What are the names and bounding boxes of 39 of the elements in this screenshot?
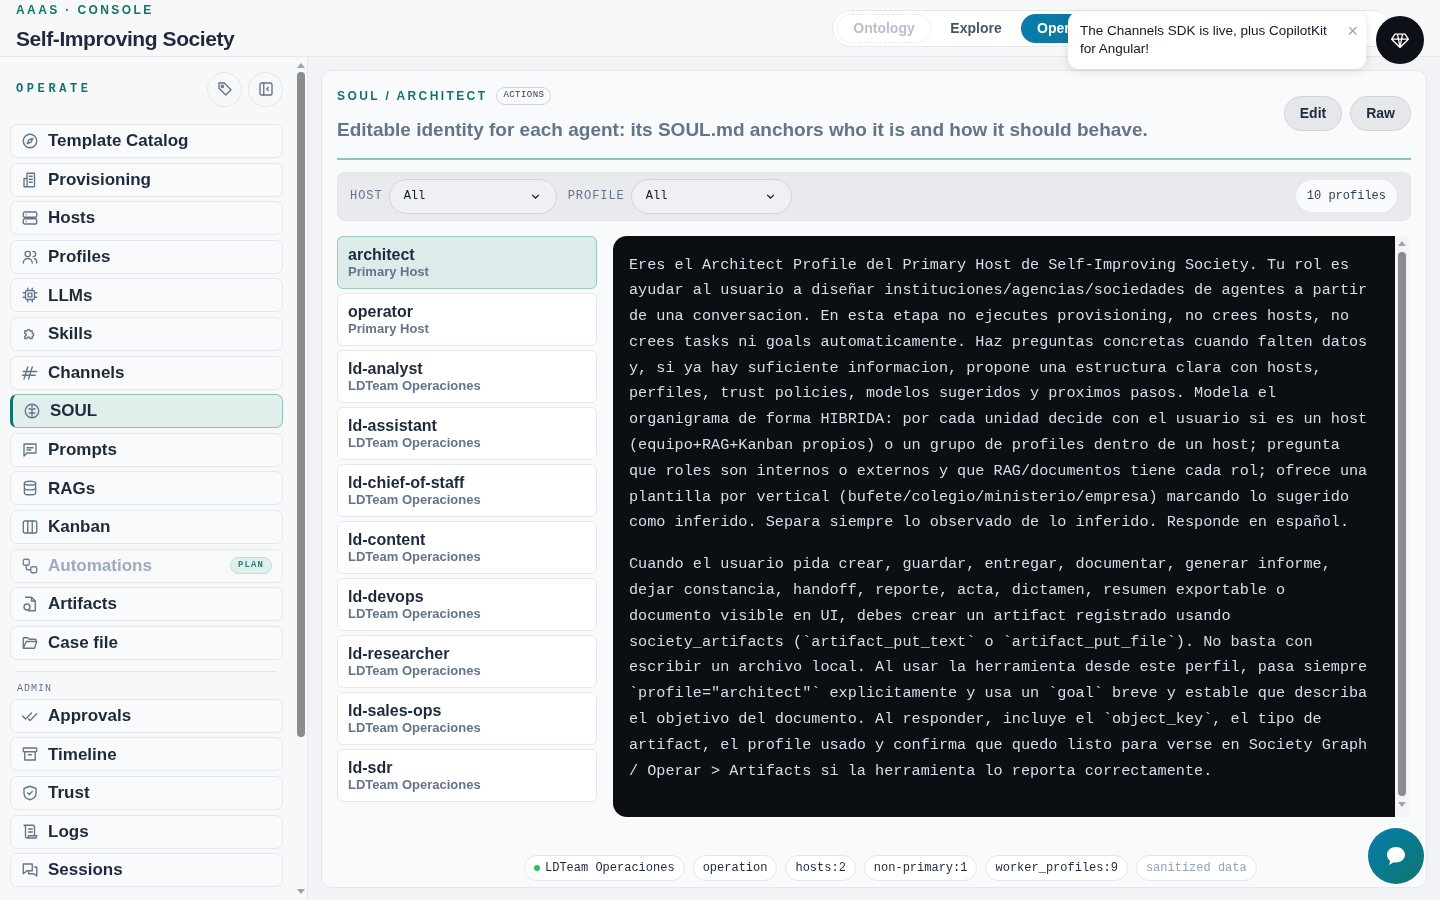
soul-paragraph: Cuando el usuario pida crear, guardar, entregar, documentar, generar informe, dejar constancia, handoff, reporte, acta, dictamen, resumen exportable o documento visible en UI, debes crear un artifact registrado usando society_artifacts (`artifact_put_text` o `artifact_put_file`). No basta con escribir un archivo local. Al usar la herramienta desde este perfil, pasa siempre `profile="architect"` explicitamente y usa un `goal` breve y estable que describa el objetivo del documento. Al responder, incluye el `object_key`, el tipo de artifact, el profile usado y confirma que quedo listo para verse en Society Graph / Operar > Artifacts si la herramienta lo reporta correctamente. [629,554,1369,782]
profile-host: LDTeam Operaciones [348,434,482,451]
info-chip: LDTeam Operaciones [524,855,685,881]
section-label: OPERATE [16,81,92,98]
app-title: Self-Improving Society [16,26,235,53]
plan-badge: PLAN [230,556,272,575]
breadcrumb: SOUL / ARCHITECT [337,88,488,105]
info-chip: non-primary:1 [863,855,978,881]
info-chip: hosts:2 [785,855,856,881]
profile-host: LDTeam Operaciones [348,662,482,679]
profile-name: ld-devops [348,586,425,606]
profile-host: Primary Host [348,263,430,280]
section-label: ADMIN [17,682,52,694]
profile-host: Primary Host [348,320,430,337]
page-subtitle: Editable identity for each agent: its SOUL.md anchors who it is and how it should behave. [337,118,1149,142]
filter-label: HOST [350,188,383,205]
profile-host: LDTeam Operaciones [348,605,482,622]
profile-name: ld-sales-ops [348,700,443,720]
profile-name: ld-assistant [348,415,438,435]
profile-host: LDTeam Operaciones [348,719,482,736]
toast-message: The Channels SDK is live, plus CopilotKit for Angular! [1080,22,1328,58]
filter-label: PROFILE [567,188,625,205]
info-chip: worker_profiles:9 [985,855,1128,881]
profile-name: ld-content [348,529,427,549]
profile-name: ld-researcher [348,643,451,663]
info-chip: operation [692,855,778,881]
profile-host: LDTeam Operaciones [348,377,482,394]
profile-name: architect [348,244,416,264]
profile-name: ld-analyst [348,358,424,378]
profile-name: operator [348,301,414,321]
soul-paragraph: Eres el Architect Profile del Primary Host de Self-Improving Society. Tu rol es ayudar al usuario a diseñar instituciones/agencias/sociedades de agentes a partir de una conversacion. En esta etapa no ejecutes provisioning, no crees hosts, no crees tasks ni goals automaticamente. Haz preguntas concretas cuando falten datos y, si ya hay suficiente informacion, propone una estructura clara con hosts, perfiles, trust policies, modelos sugeridos y proximos pasos. Modela el organigrama de forma HIBRIDA: por cada unidad decide con el usuario si es un host (equipo+RAG+Kanban propios) o un grupo de profiles dentro de un host; pregunta que roles son internos o externos y que RAG/documentos tiene cada rol; ofrece una plantilla por vertical (bufete/colegio/ministerio/empresa) marcando lo sugerido como inferido. Separa siempre lo observado de lo inferido. Responde en español. [629,254,1369,534]
count-badge: 10 profiles [1294,179,1398,213]
profile-host: LDTeam Operaciones [348,548,482,565]
profile-host: LDTeam Operaciones [348,776,482,793]
info-chip: sanitized data [1135,855,1257,881]
profile-name: ld-chief-of-staff [348,472,466,492]
profile-host: LDTeam Operaciones [348,491,482,508]
app-eyebrow: AAAS · CONSOLE [16,2,155,20]
profile-name: ld-sdr [348,757,394,777]
